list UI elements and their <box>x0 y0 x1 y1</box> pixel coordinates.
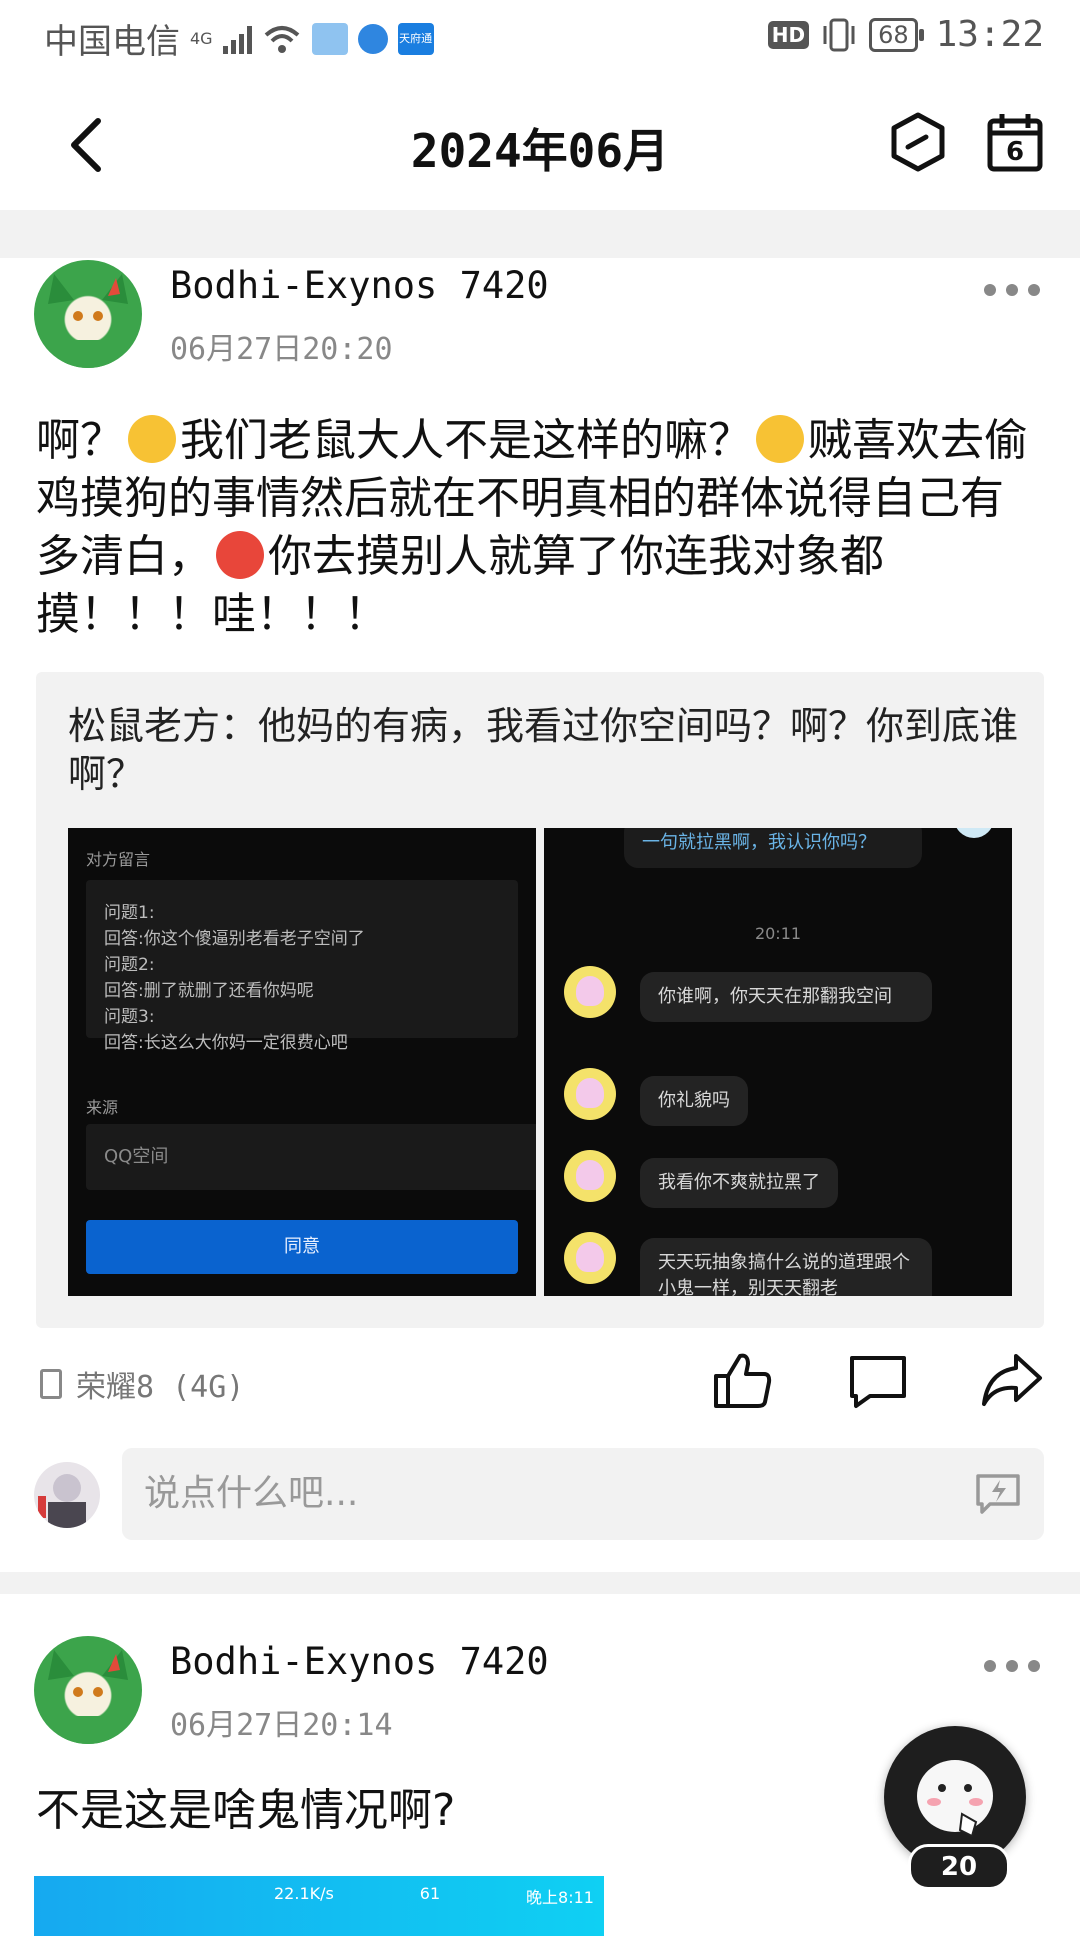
thumbnail-battery: 61 <box>419 1884 441 1903</box>
chat-avatar <box>564 1232 616 1284</box>
wifi-icon <box>264 25 299 53</box>
more-options-icon[interactable] <box>984 280 1040 300</box>
comment-placeholder: 说点什么吧... <box>144 1473 359 1514</box>
section-divider <box>0 1572 1080 1594</box>
chat-bubble: 我看你不爽就拉黑了 <box>640 1158 838 1208</box>
screenshot-image-left[interactable]: 对方留言 问题1: 回答:你这个傻逼别老看老子空间了 问题2: 回答:删了就删了… <box>68 828 536 1296</box>
avatar-art-icon <box>48 1650 128 1744</box>
agree-button: 同意 <box>86 1220 518 1274</box>
grimace-emoji-icon <box>756 415 804 463</box>
post-text-part: 我们老鼠大人不是这样的嘛？ <box>180 415 752 466</box>
more-options-icon[interactable] <box>984 1656 1040 1676</box>
vibrate-icon <box>823 18 855 51</box>
screenshot-image-right[interactable]: 一句就拉黑啊，我认识你吗？ 20:11 你谁啊，你天天在那翻我空间 你礼貌吗 我… <box>544 828 1012 1296</box>
thinking-emoji-icon <box>128 415 176 463</box>
post-text: 啊？ 我们老鼠大人不是这样的嘛？ 贼喜欢去偷鸡摸狗的事情然后就在不明真相的群体说得自… <box>36 412 1036 644</box>
qa-line: 回答:删了就删了还看你妈呢 <box>104 981 314 1001</box>
avatar[interactable] <box>34 1636 142 1744</box>
qa-line: 回答:你这个傻逼别老看老子空间了 <box>104 929 365 949</box>
post-author[interactable]: Bodhi-Exynos 7420 <box>170 264 549 307</box>
qa-box: 问题1: 回答:你这个傻逼别老看老子空间了 问题2: 回答:删了就删了还看你妈呢… <box>86 880 518 1053</box>
thumbnail-status-bar: 22.1K/s 61 晚上8:11 <box>44 1884 594 1908</box>
status-right: HD 68 13:22 <box>767 14 1044 55</box>
chat-avatar <box>564 1068 616 1120</box>
comment-input[interactable]: 说点什么吧... <box>122 1448 1044 1540</box>
my-avatar[interactable] <box>34 1462 100 1528</box>
avatar[interactable] <box>34 260 142 368</box>
quick-reply-icon[interactable] <box>974 1472 1022 1514</box>
rabbit-app-icon <box>311 22 348 55</box>
chat-time: 20:11 <box>754 924 802 943</box>
source-value: QQ空间 <box>86 1124 536 1190</box>
chat-avatar <box>564 966 616 1018</box>
qa-line: 问题1: <box>104 903 155 923</box>
clock: 13:22 <box>935 14 1044 55</box>
network-type: 4G <box>190 29 213 48</box>
status-bar: 中国电信 4G 天府通 HD 68 13:22 <box>0 0 1080 75</box>
post-author[interactable]: Bodhi-Exynos 7420 <box>170 1640 549 1683</box>
browser-app-icon <box>357 23 388 54</box>
chat-bubble: 你谁啊，你天天在那翻我空间 <box>640 972 932 1022</box>
post-actions: 荣耀8 (4G) <box>0 1340 1080 1430</box>
qa-line: 问题2: <box>104 955 155 975</box>
calendar-button[interactable]: 6 <box>986 111 1044 173</box>
section-divider <box>0 210 1080 258</box>
chat-avatar <box>564 1150 616 1202</box>
status-left: 中国电信 4G 天府通 <box>44 14 434 63</box>
battery-indicator: 68 <box>869 17 924 52</box>
calendar-day: 6 <box>1005 137 1025 167</box>
comment-icon[interactable] <box>846 1350 910 1410</box>
angry-emoji-icon <box>216 531 264 579</box>
quoted-text: 松鼠老方：他妈的有病，我看过你空间吗？啊？你到底谁啊？ <box>68 704 1019 796</box>
post-image-thumbnail[interactable]: 22.1K/s 61 晚上8:11 <box>34 1876 604 1936</box>
share-arrow-icon[interactable] <box>980 1350 1044 1410</box>
device-name: 荣耀8 (4G) <box>76 1370 245 1405</box>
chat-bubble: 天天玩抽象搞什么说的道理跟个小鬼一样，别天天翻老 <box>640 1238 932 1296</box>
thumbnail-clock: 晚上8:11 <box>526 1888 594 1907</box>
device-info: 荣耀8 (4G) <box>40 1362 244 1406</box>
tianfutong-app-icon: 天府通 <box>397 22 434 55</box>
hd-badge: HD <box>767 20 810 49</box>
post-time: 06月27日20:20 <box>170 332 393 367</box>
phone-icon <box>40 1369 62 1399</box>
top-bar: 2024年06月 6 <box>0 75 1080 210</box>
comment-row: 说点什么吧... <box>0 1448 1080 1540</box>
carrier-label: 中国电信 <box>44 22 180 62</box>
my-avatar-art-icon <box>38 1474 86 1528</box>
post-time: 06月27日20:14 <box>170 1708 393 1743</box>
chat-bubble-sent: 一句就拉黑啊，我认识你吗？ <box>624 828 922 868</box>
quoted-post[interactable]: 松鼠老方：他妈的有病，我看过你空间吗？啊？你到底谁啊？ 对方留言 问题1: 回答… <box>36 672 1044 1328</box>
hexagon-icon[interactable] <box>890 111 946 173</box>
thumbnail-speed: 22.1K/s <box>274 1884 334 1903</box>
like-thumbs-up-icon[interactable] <box>710 1350 774 1410</box>
chat-bubble: 你礼貌吗 <box>640 1076 748 1126</box>
message-header: 对方留言 <box>86 850 151 869</box>
avatar-art-icon <box>48 274 128 368</box>
unread-count-badge[interactable]: 20 <box>908 1844 1010 1890</box>
qa-line: 问题3: <box>104 1007 155 1027</box>
source-label: 来源 <box>86 1098 119 1117</box>
post-text-part: 啊？ <box>36 415 124 466</box>
qa-line: 回答:长这么大你妈一定很费心吧 <box>104 1033 348 1053</box>
signal-icon <box>222 24 252 54</box>
chat-avatar <box>954 828 994 838</box>
